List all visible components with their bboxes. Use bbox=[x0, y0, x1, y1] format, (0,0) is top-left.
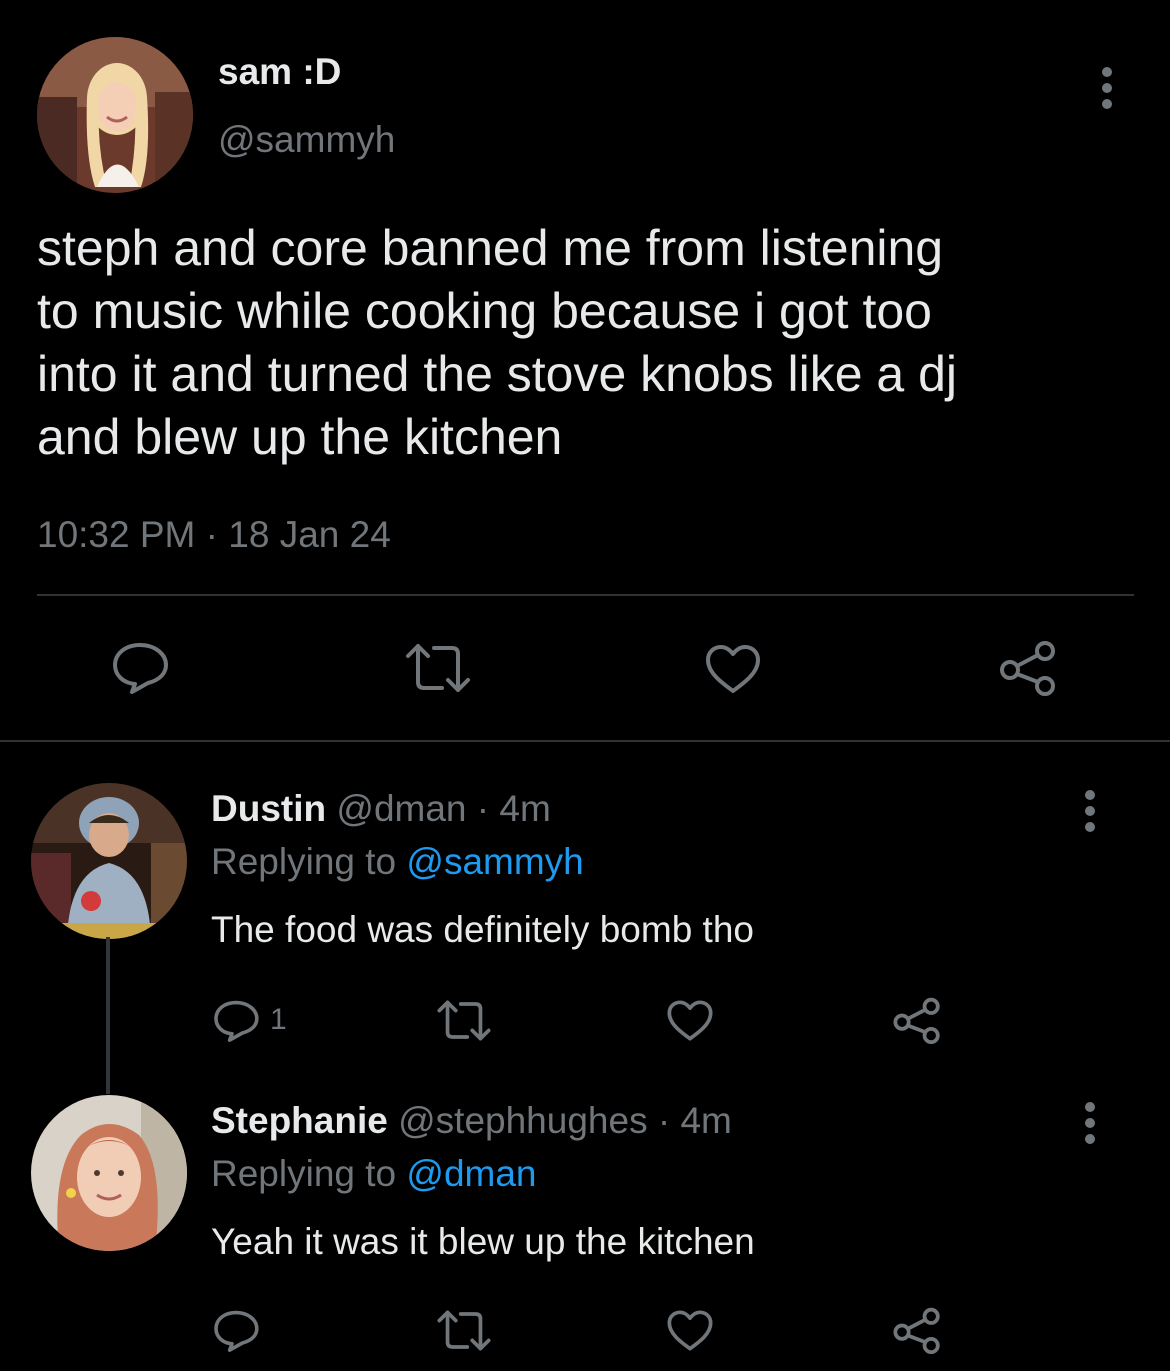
section-divider bbox=[0, 740, 1170, 742]
reply-author-handle[interactable]: @dman bbox=[336, 788, 466, 829]
reply-text: Yeah it was it blew up the kitchen bbox=[211, 1221, 755, 1262]
like-icon[interactable] bbox=[666, 999, 714, 1042]
thread-connector bbox=[106, 937, 110, 1094]
tweet-text-line: steph and core banned me from listening bbox=[37, 220, 944, 276]
reply-text: The food was definitely bomb tho bbox=[211, 909, 754, 950]
retweet-icon[interactable] bbox=[436, 999, 492, 1042]
replying-to-mention[interactable]: @dman bbox=[406, 1153, 536, 1194]
tweet-date: 18 Jan 24 bbox=[228, 514, 391, 555]
like-icon[interactable] bbox=[666, 1309, 714, 1352]
separator-dot: · bbox=[476, 788, 490, 829]
tweet-time: 10:32 PM bbox=[37, 514, 196, 555]
tweet-text-line: to music while cooking because i got too bbox=[37, 283, 932, 339]
share-icon[interactable] bbox=[892, 997, 942, 1044]
tweet-timestamp[interactable]: 10:32 PM · 18 Jan 24 bbox=[37, 511, 391, 559]
reply-author-handle[interactable]: @stephhughes bbox=[398, 1100, 647, 1141]
reply-icon[interactable] bbox=[212, 998, 260, 1044]
avatar-dustin[interactable] bbox=[31, 783, 187, 939]
tweet-text-line: into it and turned the stove knobs like … bbox=[37, 346, 958, 402]
retweet-icon[interactable] bbox=[404, 642, 472, 694]
share-icon[interactable] bbox=[998, 640, 1058, 696]
avatar-stephanie[interactable] bbox=[31, 1095, 187, 1251]
reply-author-name[interactable]: Stephanie bbox=[211, 1100, 388, 1141]
reply-header: Stephanie @stephhughes · 4m bbox=[211, 1098, 732, 1144]
reply-age: 4m bbox=[499, 788, 551, 829]
reply-icon[interactable] bbox=[212, 1308, 260, 1354]
share-icon[interactable] bbox=[892, 1307, 942, 1354]
author-display-name[interactable]: sam :D bbox=[218, 49, 341, 95]
more-options-icon[interactable] bbox=[1073, 1101, 1107, 1145]
replying-to: Replying to @dman bbox=[211, 1151, 537, 1197]
replying-to-label: Replying to bbox=[211, 1153, 397, 1194]
separator-dot: · bbox=[657, 1100, 671, 1141]
author-handle[interactable]: @sammyh bbox=[218, 117, 395, 163]
replying-to: Replying to @sammyh bbox=[211, 839, 584, 885]
separator-dot: · bbox=[205, 514, 218, 555]
more-options-icon[interactable] bbox=[1090, 66, 1124, 110]
reply-author-name[interactable]: Dustin bbox=[211, 788, 326, 829]
reply-header: Dustin @dman · 4m bbox=[211, 786, 551, 832]
divider bbox=[37, 594, 1134, 596]
more-options-icon[interactable] bbox=[1073, 789, 1107, 833]
avatar-sam[interactable] bbox=[37, 37, 193, 193]
tweet-text-line: and blew up the kitchen bbox=[37, 409, 563, 465]
reply-icon[interactable] bbox=[110, 640, 170, 696]
replying-to-mention[interactable]: @sammyh bbox=[406, 841, 583, 882]
reply-age: 4m bbox=[680, 1100, 732, 1141]
like-icon[interactable] bbox=[704, 643, 762, 695]
tweet-text: steph and core banned me from listening … bbox=[37, 217, 1137, 469]
reply-count: 1 bbox=[270, 1003, 287, 1036]
retweet-icon[interactable] bbox=[436, 1309, 492, 1352]
replying-to-label: Replying to bbox=[211, 841, 397, 882]
